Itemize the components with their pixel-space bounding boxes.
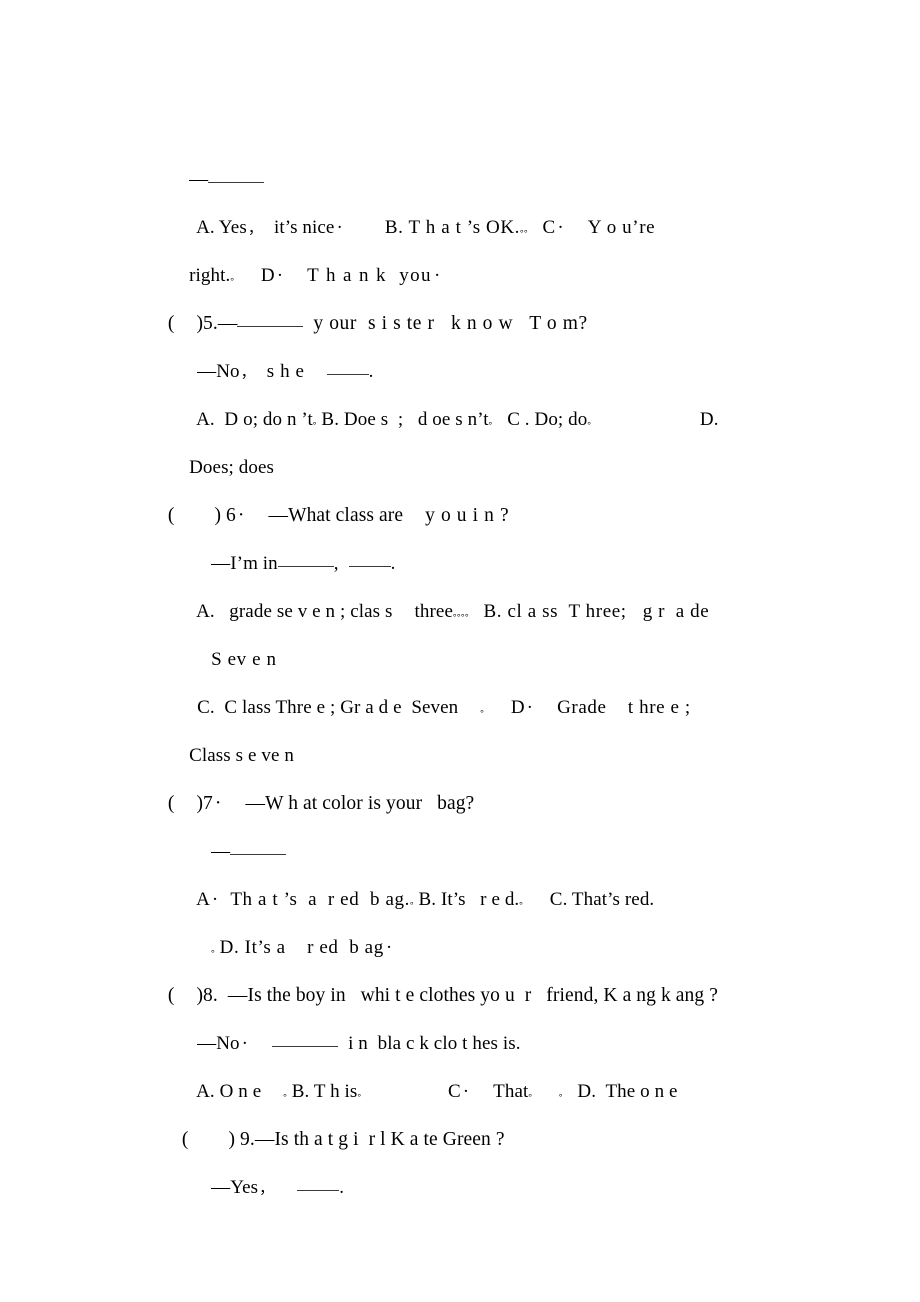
worksheet-body: — A. Yes， it’s nice · B. T h a t ’s OK.。。 C ·… [138, 108, 790, 1198]
options-line-q5-1: A. D o; do n ’t。B. Doe s ; d oe s n’t。 C … [138, 348, 790, 430]
question-9-stem: () 9.—Is th a t g i r l K a te Green ? [138, 1068, 790, 1150]
options-line-q6-3: C. C lass Thre e ; Gr a d e Seven。 D · Grad… [138, 636, 790, 718]
answer-dash-q9: —Yes [211, 1177, 259, 1198]
options-line-q6-2: S ev e n [138, 588, 790, 670]
options-line-q7-2: 。D. It’s a r ed b ag · [138, 876, 790, 958]
question-5-stem: ()5.— y our s i s te r k n o w T o m? [138, 252, 790, 334]
question-9-answer: —Yes，. [138, 1116, 790, 1198]
answer-line-q4: — [138, 108, 790, 190]
options-line-q7-1: A · Th a t ’s a r ed b ag.。B. It’s r e d.。… [138, 828, 790, 910]
blank-field[interactable] [297, 1177, 340, 1191]
options-line-q5-2: Does; does [138, 396, 790, 478]
question-6-answer: —I’m in,. [138, 492, 790, 574]
question-8-stem: ()8. —Is the boy in whi t e clothes yo u … [138, 924, 790, 1006]
options-line-q8: A. O n e 。B. T h is。 C · That。。 D. The o n e [138, 1020, 790, 1102]
question-7-answer: — [138, 780, 790, 862]
options-line-q6-1: A. grade se v e n ; clas s three。。。。 B. cl… [138, 540, 790, 622]
cjk-comma-glyph: ， [259, 1181, 275, 1197]
options-line-q4-1: A. Yes， it’s nice · B. T h a t ’s OK.。。 C · Y … [138, 156, 790, 238]
document-page: — A. Yes， it’s nice · B. T h a t ’s OK.。。 C ·… [0, 0, 920, 1302]
answer-period-q9: . [339, 1177, 345, 1198]
question-8-answer: —No · i n bla c k clo t hes is. [138, 972, 790, 1054]
options-line-q6-4: Class s e ve n [138, 684, 790, 766]
question-5-answer: —No， s h e. [138, 300, 790, 382]
options-line-q4-2: right.。 D · T h a n k you · [138, 204, 790, 286]
question-6-stem: () 6 · —What class are y o u i n ? [138, 444, 790, 526]
question-7-stem: ()7 · —W h at color is your bag? [138, 732, 790, 814]
